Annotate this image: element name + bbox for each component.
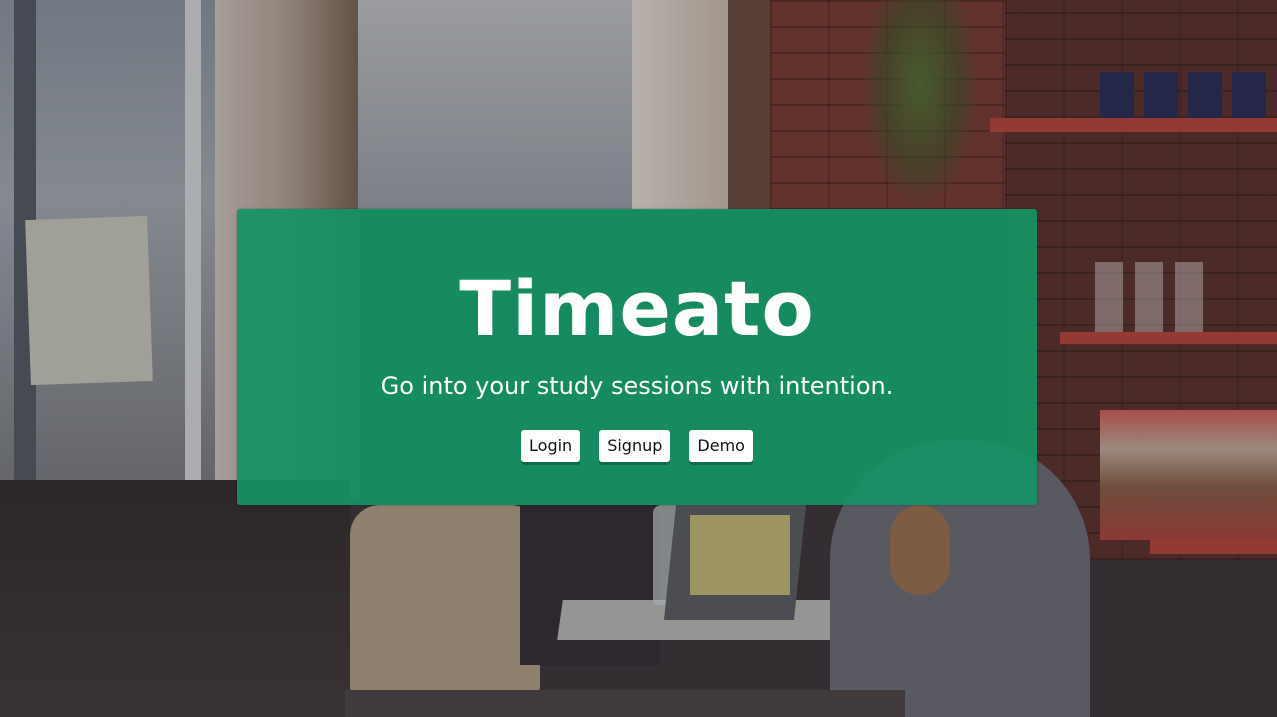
signup-button[interactable]: Signup bbox=[599, 430, 671, 462]
tagline: Go into your study sessions with intenti… bbox=[380, 372, 894, 400]
action-buttons: Login Signup Demo bbox=[237, 430, 1037, 462]
hero-panel: Timeato Go into your study sessions with… bbox=[237, 209, 1037, 505]
demo-button[interactable]: Demo bbox=[689, 430, 753, 462]
app-title: Timeato bbox=[459, 264, 815, 353]
login-button[interactable]: Login bbox=[521, 430, 581, 462]
